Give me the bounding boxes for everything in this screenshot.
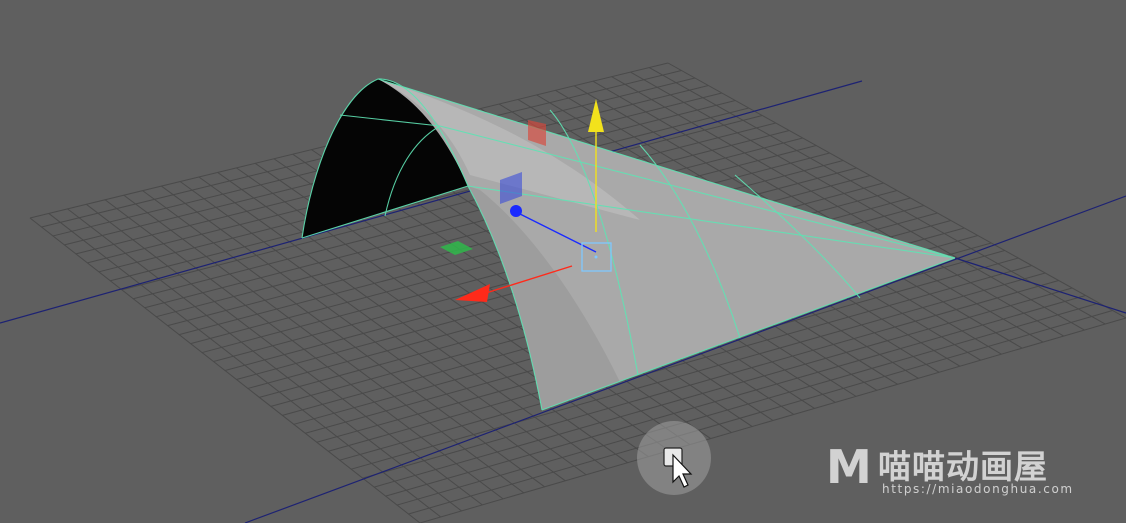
3d-viewport[interactable]: M 喵喵动画屋 https://miaodonghua.com bbox=[0, 0, 1126, 523]
watermark-name: 喵喵动画屋 bbox=[878, 447, 1048, 486]
manipulator-center-dot bbox=[594, 255, 598, 259]
watermark: M 喵喵动画屋 https://miaodonghua.com bbox=[826, 444, 1096, 500]
watermark-logo: M bbox=[826, 440, 872, 494]
watermark-url: https://miaodonghua.com bbox=[882, 482, 1074, 496]
z-axis-ball[interactable] bbox=[510, 205, 522, 217]
